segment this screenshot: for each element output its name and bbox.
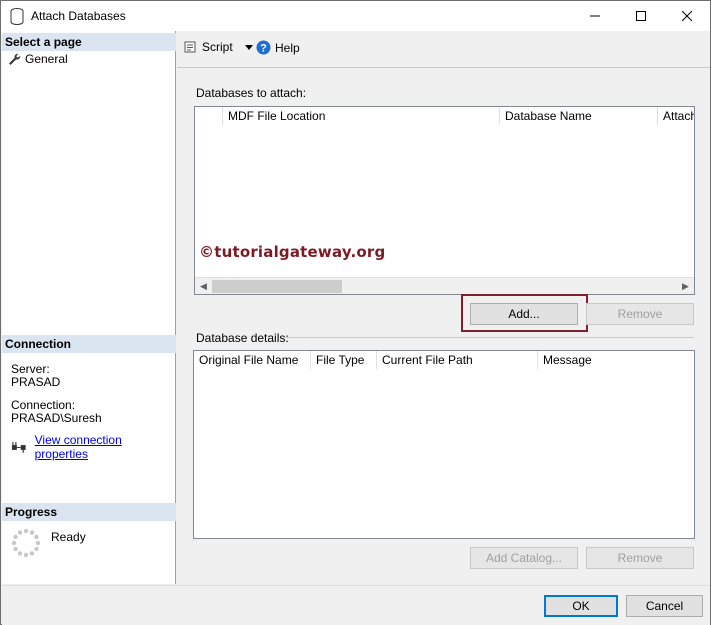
scroll-right-icon[interactable]: ▶: [677, 278, 694, 295]
window-title: Attach Databases: [31, 9, 126, 23]
column-header-current-file-path[interactable]: Current File Path: [377, 351, 538, 369]
toolbar: Script ? Help: [177, 31, 710, 66]
page-item-general[interactable]: General: [8, 52, 68, 66]
scrollbar-thumb[interactable]: [212, 280, 342, 293]
chevron-down-icon[interactable]: [244, 44, 253, 50]
cancel-button[interactable]: Cancel: [626, 595, 703, 617]
plug-icon: [11, 442, 26, 453]
view-connection-properties[interactable]: View connection properties: [11, 433, 175, 461]
remove-details-button[interactable]: Remove: [586, 547, 694, 569]
title-bar[interactable]: Attach Databases: [1, 1, 710, 31]
column-header-original-file-name[interactable]: Original File Name: [194, 351, 311, 369]
script-label: Script: [202, 40, 233, 54]
add-button[interactable]: Add...: [470, 303, 578, 325]
help-label: Help: [275, 40, 300, 55]
script-icon: [184, 41, 196, 53]
select-page-header: Select a page: [2, 33, 176, 51]
column-header-mdf-location[interactable]: MDF File Location: [223, 107, 500, 125]
ok-button[interactable]: OK: [544, 595, 618, 617]
close-button[interactable]: [664, 1, 710, 31]
databases-to-attach-label: Databases to attach:: [196, 86, 307, 100]
column-header-message[interactable]: Message: [538, 351, 694, 369]
minimize-button[interactable]: [572, 1, 618, 31]
help-icon: ?: [256, 40, 271, 55]
remove-attach-button[interactable]: Remove: [586, 303, 694, 325]
progress-header: Progress: [2, 503, 176, 521]
watermark: ©tutorialgateway.org: [199, 243, 386, 261]
connection-header: Connection: [2, 335, 176, 353]
group-separator: [283, 337, 694, 338]
database-details-label: Database details:: [196, 331, 289, 345]
horizontal-scrollbar[interactable]: ◀ ▶: [195, 277, 694, 294]
main-content: Databases to attach: MDF File Location D…: [177, 67, 710, 585]
column-header-attach[interactable]: Attach: [658, 107, 694, 125]
progress-status-text: Ready: [51, 530, 86, 544]
connection-value: PRASAD\Suresh: [11, 411, 102, 425]
connection-label: Connection:: [11, 398, 76, 412]
script-button[interactable]: Script: [184, 40, 253, 54]
maximize-button[interactable]: [618, 1, 664, 31]
view-connection-link[interactable]: View connection properties: [35, 433, 175, 461]
server-label: Server:: [11, 362, 50, 376]
minimize-icon: [590, 15, 600, 17]
column-header-file-type[interactable]: File Type: [311, 351, 377, 369]
details-grid-header: Original File Name File Type Current Fil…: [194, 351, 694, 369]
help-button[interactable]: ? Help: [256, 40, 300, 55]
spinner-icon: [11, 528, 41, 558]
server-value: PRASAD: [11, 375, 61, 389]
left-panel: Select a page General Connection Server:…: [2, 31, 176, 584]
column-header-select[interactable]: [195, 107, 223, 125]
scroll-left-icon[interactable]: ◀: [195, 278, 212, 295]
progress-status: Ready: [11, 528, 86, 558]
grid-header: MDF File Location Database Name Attach: [195, 107, 694, 125]
database-icon: [10, 8, 24, 25]
close-icon: [682, 11, 692, 21]
add-catalog-button[interactable]: Add Catalog...: [470, 547, 578, 569]
wrench-icon: [9, 53, 21, 65]
column-header-database-name[interactable]: Database Name: [500, 107, 658, 125]
dialog-footer: OK Cancel: [2, 585, 710, 625]
databases-to-attach-grid[interactable]: MDF File Location Database Name Attach ©…: [194, 106, 695, 295]
maximize-icon: [636, 11, 646, 21]
page-item-label: General: [25, 52, 68, 66]
database-details-grid[interactable]: Original File Name File Type Current Fil…: [193, 350, 695, 539]
attach-databases-dialog: Attach Databases Select a page General C…: [0, 0, 711, 625]
svg-text:?: ?: [260, 43, 267, 55]
